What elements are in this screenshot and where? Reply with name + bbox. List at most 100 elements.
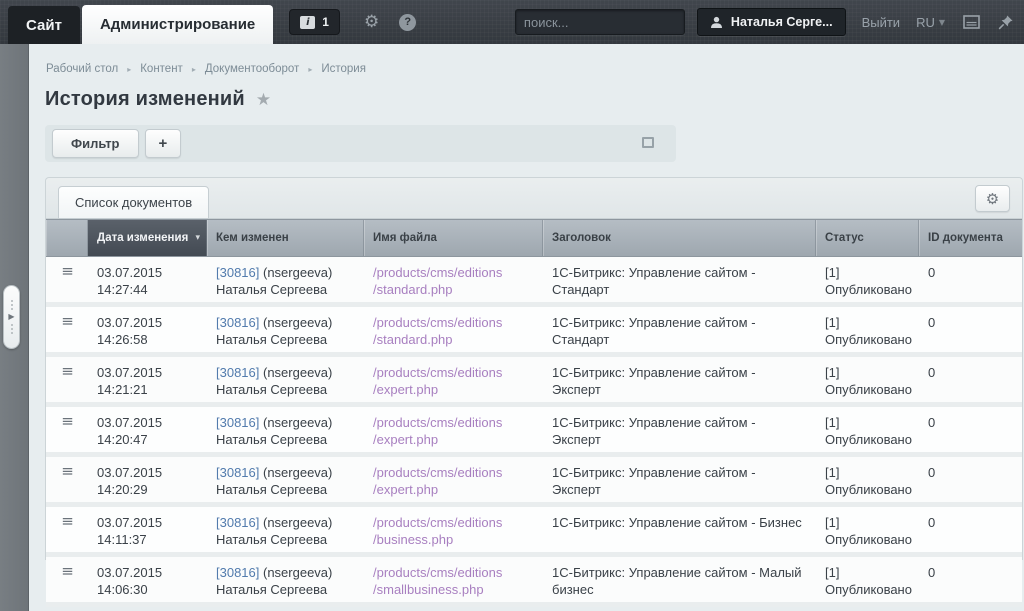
file-path-link[interactable]: /products/cms/editions /business.php: [373, 514, 535, 548]
cell-doc-id: 0: [919, 407, 1022, 452]
cell-filename: /products/cms/editions /expert.php: [364, 357, 543, 402]
language-selector[interactable]: RU ▼: [916, 15, 945, 30]
file-path-link[interactable]: /products/cms/editions /expert.php: [373, 464, 535, 498]
cell-title: 1С-Битрикс: Управление сайтом - Стандарт: [543, 307, 816, 352]
file-path-link[interactable]: /products/cms/editions /standard.php: [373, 264, 535, 298]
cell-title: 1С-Битрикс: Управление сайтом - Эксперт: [543, 457, 816, 502]
file-path-link[interactable]: /products/cms/editions /smallbusiness.ph…: [373, 564, 535, 598]
cell-editor: [30816] (nsergeeva) Наталья Сергеева: [207, 557, 364, 602]
column-header-rowmenu: [46, 220, 88, 256]
history-table: Дата изменения ▾ Кем изменен Имя файла З…: [46, 219, 1022, 607]
editor-id-link[interactable]: [30816]: [216, 565, 259, 580]
breadcrumb-item[interactable]: Документооборот: [205, 63, 299, 75]
file-path-link[interactable]: /products/cms/editions /expert.php: [373, 364, 535, 398]
cell-date: 03.07.2015 14:20:47: [88, 407, 207, 452]
row-menu-icon[interactable]: ≡: [61, 513, 74, 548]
table-row: ≡ 03.07.2015 14:20:47 [30816] (nsergeeva…: [46, 407, 1022, 457]
breadcrumb-item[interactable]: Рабочий стол: [46, 63, 118, 75]
cell-filename: /products/cms/editions /standard.php: [364, 307, 543, 352]
cell-status: [1] Опубликовано: [816, 557, 919, 602]
top-bar: Сайт Администрирование i 1 ⚙ ? Наталья С…: [0, 0, 1024, 44]
cell-doc-id: 0: [919, 257, 1022, 302]
row-menu-icon[interactable]: ≡: [61, 363, 74, 398]
column-header-docid[interactable]: ID документа: [919, 220, 1022, 256]
notifications-button[interactable]: i 1: [289, 9, 340, 35]
tab-document-list[interactable]: Список документов: [58, 186, 209, 219]
editor-id-link[interactable]: [30816]: [216, 415, 259, 430]
column-header-status[interactable]: Статус: [816, 220, 919, 256]
cell-date: 03.07.2015 14:26:58: [88, 307, 207, 352]
grid-settings-button[interactable]: ⚙: [975, 185, 1010, 212]
collapsed-left-menu: ▶: [0, 44, 29, 611]
breadcrumb-item[interactable]: История: [321, 63, 366, 75]
help-icon[interactable]: ?: [399, 14, 416, 31]
pin-icon[interactable]: [998, 14, 1014, 30]
cell-editor: [30816] (nsergeeva) Наталья Сергеева: [207, 407, 364, 452]
user-name: Наталья Серге...: [731, 15, 833, 29]
editor-id-link[interactable]: [30816]: [216, 465, 259, 480]
site-panel-icon[interactable]: [963, 15, 980, 29]
expand-menu-handle[interactable]: ▶: [3, 285, 20, 349]
user-menu-button[interactable]: Наталья Серге...: [697, 8, 846, 36]
notification-icon: i: [300, 16, 315, 29]
cell-date: 03.07.2015 14:06:30: [88, 557, 207, 602]
table-row: ≡ 03.07.2015 14:21:21 [30816] (nsergeeva…: [46, 357, 1022, 407]
cell-title: 1С-Битрикс: Управление сайтом - Эксперт: [543, 407, 816, 452]
documents-panel: Список документов ⚙ Дата изменения ▾ Кем…: [45, 177, 1023, 560]
cell-doc-id: 0: [919, 307, 1022, 352]
add-filter-button[interactable]: +: [145, 129, 182, 158]
sort-desc-icon: ▾: [195, 232, 200, 245]
cell-title: 1С-Битрикс: Управление сайтом - Малый би…: [543, 557, 816, 602]
cell-date: 03.07.2015 14:21:21: [88, 357, 207, 402]
cell-doc-id: 0: [919, 557, 1022, 602]
breadcrumb-separator-icon: ▸: [127, 65, 131, 74]
table-row: ≡ 03.07.2015 14:27:44 [30816] (nsergeeva…: [46, 257, 1022, 307]
table-row: ≡ 03.07.2015 14:06:30 [30816] (nsergeeva…: [46, 557, 1022, 607]
tab-administration[interactable]: Администрирование: [82, 5, 273, 44]
cell-title: 1С-Битрикс: Управление сайтом - Бизнес: [543, 507, 816, 552]
search-input[interactable]: [524, 15, 700, 30]
editor-id-link[interactable]: [30816]: [216, 315, 259, 330]
row-menu-icon[interactable]: ≡: [61, 263, 74, 298]
cell-editor: [30816] (nsergeeva) Наталья Сергеева: [207, 307, 364, 352]
breadcrumb-separator-icon: ▸: [308, 65, 312, 74]
cell-status: [1] Опубликовано: [816, 257, 919, 302]
settings-gear-icon[interactable]: ⚙: [364, 14, 379, 31]
table-row: ≡ 03.07.2015 14:20:29 [30816] (nsergeeva…: [46, 457, 1022, 507]
filter-options-icon[interactable]: [642, 137, 654, 148]
breadcrumb-item[interactable]: Контент: [140, 63, 183, 75]
row-menu-icon[interactable]: ≡: [61, 413, 74, 448]
editor-id-link[interactable]: [30816]: [216, 515, 259, 530]
page-title: История изменений: [45, 88, 245, 111]
row-menu-icon[interactable]: ≡: [61, 313, 74, 348]
cell-status: [1] Опубликовано: [816, 357, 919, 402]
filter-button[interactable]: Фильтр: [52, 129, 139, 158]
filter-bar: Фильтр +: [45, 125, 676, 162]
file-path-link[interactable]: /products/cms/editions /standard.php: [373, 314, 535, 348]
file-path-link[interactable]: /products/cms/editions /expert.php: [373, 414, 535, 448]
editor-id-link[interactable]: [30816]: [216, 265, 259, 280]
editor-id-link[interactable]: [30816]: [216, 365, 259, 380]
cell-filename: /products/cms/editions /business.php: [364, 507, 543, 552]
row-menu-icon[interactable]: ≡: [61, 463, 74, 498]
cell-filename: /products/cms/editions /smallbusiness.ph…: [364, 557, 543, 602]
cell-date: 03.07.2015 14:27:44: [88, 257, 207, 302]
language-label: RU: [916, 15, 935, 30]
column-header-date[interactable]: Дата изменения ▾: [88, 220, 207, 256]
row-menu-icon[interactable]: ≡: [61, 563, 74, 598]
table-row: ≡ 03.07.2015 14:11:37 [30816] (nsergeeva…: [46, 507, 1022, 557]
gear-icon: ⚙: [986, 190, 999, 208]
tab-site[interactable]: Сайт: [8, 6, 80, 44]
column-header-filename[interactable]: Имя файла: [364, 220, 543, 256]
cell-filename: /products/cms/editions /expert.php: [364, 407, 543, 452]
column-header-title[interactable]: Заголовок: [543, 220, 816, 256]
search-box: [515, 9, 685, 35]
favorite-star-icon[interactable]: ★: [256, 90, 271, 110]
expand-arrow-icon: ▶: [8, 312, 14, 322]
cell-title: 1С-Битрикс: Управление сайтом - Эксперт: [543, 357, 816, 402]
cell-status: [1] Опубликовано: [816, 407, 919, 452]
cell-editor: [30816] (nsergeeva) Наталья Сергеева: [207, 357, 364, 402]
breadcrumb: Рабочий стол▸Контент▸Документооборот▸Ист…: [45, 44, 1008, 75]
logout-link[interactable]: Выйти: [862, 15, 901, 30]
column-header-editor[interactable]: Кем изменен: [207, 220, 364, 256]
